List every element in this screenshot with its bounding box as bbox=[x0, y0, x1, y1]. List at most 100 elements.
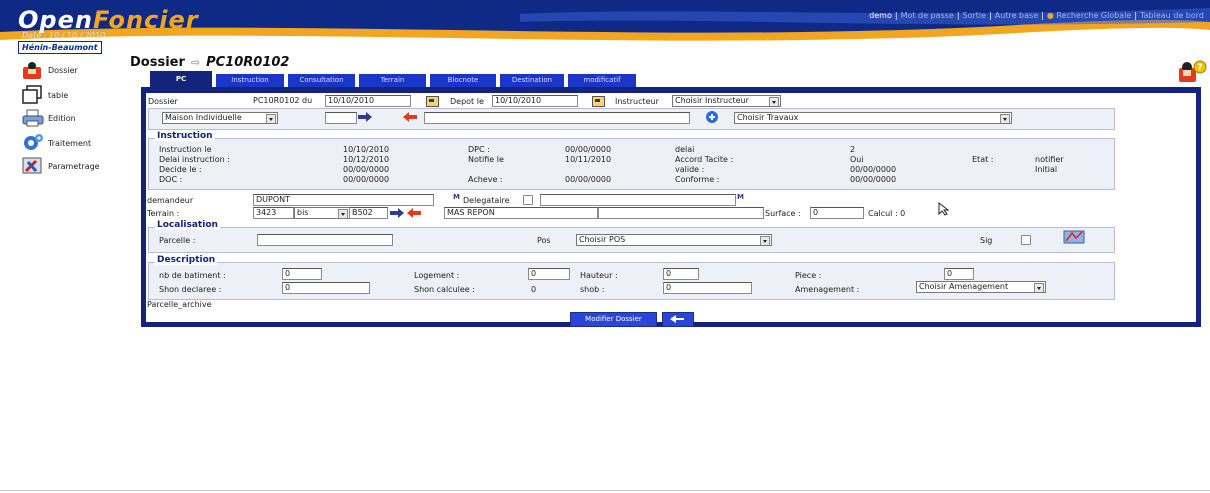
dossier-ref: PC10R0102 du bbox=[253, 96, 313, 105]
parcelle-label: Parcelle : bbox=[159, 236, 196, 245]
delegataire-label: Delegataire bbox=[463, 196, 510, 205]
link-sortie[interactable]: Sortie bbox=[963, 11, 987, 20]
link-tableau-de-bord[interactable]: Tableau de bord bbox=[1140, 11, 1204, 20]
add-icon[interactable] bbox=[706, 111, 718, 123]
arrow-left-icon[interactable] bbox=[403, 112, 417, 122]
modifier-dossier-button[interactable]: Modifier Dossier bbox=[570, 312, 657, 327]
conforme-value: 00/00/0000 bbox=[850, 175, 897, 184]
tab-destination[interactable]: Destination bbox=[500, 74, 564, 87]
tab-pc[interactable]: PC bbox=[150, 71, 212, 87]
m-icon[interactable]: M bbox=[453, 193, 460, 201]
delegataire-field[interactable] bbox=[540, 194, 736, 206]
shob-field[interactable]: 0 bbox=[663, 282, 752, 294]
terrain-complement-field[interactable] bbox=[598, 207, 764, 219]
svg-text:?: ? bbox=[1197, 63, 1202, 73]
arrow-right-icon: ⇨ bbox=[190, 56, 201, 69]
accord-tacite-label: Accord Tacite : bbox=[675, 155, 734, 164]
shon-declaree-field[interactable]: 0 bbox=[282, 282, 370, 294]
instruction-le-value: 10/10/2010 bbox=[343, 145, 390, 154]
conforme-label: Conforme : bbox=[675, 175, 720, 184]
arrow-right-icon[interactable] bbox=[390, 208, 404, 218]
back-arrow-icon bbox=[670, 315, 684, 323]
calendar-icon[interactable] bbox=[426, 96, 439, 107]
map-icon[interactable] bbox=[1063, 230, 1085, 244]
pos-select[interactable]: Choisir POS bbox=[576, 234, 772, 246]
hauteur-field[interactable]: 0 bbox=[663, 268, 699, 280]
dossier-label: Dossier bbox=[148, 97, 178, 106]
surface-label: Surface : bbox=[765, 209, 801, 218]
nb-batiment-field[interactable]: 0 bbox=[282, 268, 322, 280]
shon-calculee-label: Shon calculee : bbox=[414, 285, 475, 294]
demandeur-label: demandeur bbox=[147, 196, 194, 205]
top-menu: demo | Mot de passe | Sortie | Autre base | ● Re… bbox=[869, 11, 1204, 20]
nature-libelle-field[interactable] bbox=[424, 112, 690, 124]
surface-field[interactable]: 0 bbox=[810, 207, 864, 219]
back-button[interactable] bbox=[662, 312, 694, 327]
parcelle-field[interactable] bbox=[257, 234, 393, 246]
folder-person-icon bbox=[23, 62, 41, 79]
tab-modificatif[interactable]: modificatif bbox=[568, 74, 636, 87]
piece-label: Piece : bbox=[795, 271, 822, 280]
tab-blocnote[interactable]: Blocnote bbox=[430, 74, 496, 87]
acheve-value: 00/00/0000 bbox=[565, 175, 612, 184]
notifie-le-value: 10/11/2010 bbox=[565, 155, 612, 164]
terrain-voie-code-field[interactable]: B502 bbox=[349, 207, 388, 219]
delai-instruction-label: Delai instruction : bbox=[159, 155, 230, 164]
localisation-legend: Localisation bbox=[155, 220, 220, 230]
printer-icon bbox=[22, 109, 44, 127]
page-title: Dossier ⇨ PC10R0102 bbox=[130, 55, 290, 70]
cursor-arrow-icon bbox=[938, 202, 950, 216]
sig-checkbox[interactable] bbox=[1021, 235, 1031, 245]
terrain-bis-select[interactable]: bis bbox=[294, 207, 350, 219]
dossier-date-field[interactable]: 10/10/2010 bbox=[325, 95, 411, 107]
app-logo: OpenFoncier bbox=[18, 6, 199, 34]
depot-date-field[interactable]: 10/10/2010 bbox=[492, 95, 578, 107]
terrain-voie-name-field[interactable]: MAS REPON bbox=[444, 207, 598, 219]
gears-icon bbox=[24, 134, 43, 150]
arrow-left-icon[interactable] bbox=[407, 208, 421, 218]
arrow-right-icon[interactable] bbox=[358, 112, 372, 122]
accord-tacite-value: Oui bbox=[850, 155, 864, 164]
calendar-icon[interactable] bbox=[592, 96, 605, 107]
decide-le-label: Decide le : bbox=[159, 165, 202, 174]
notifie-le-label: Notifie le bbox=[468, 155, 504, 164]
nb-batiment-label: nb de batiment : bbox=[159, 271, 226, 280]
sig-label: Sig bbox=[980, 236, 993, 245]
travaux-select[interactable]: Choisir Travaux bbox=[734, 112, 1012, 124]
delegataire-checkbox[interactable] bbox=[523, 195, 533, 205]
tab-terrain[interactable]: Terrain bbox=[359, 74, 426, 87]
piece-field[interactable]: 0 bbox=[944, 268, 974, 280]
logement-label: Logement : bbox=[414, 271, 460, 280]
nature-select[interactable]: Maison Individuelle bbox=[162, 112, 278, 124]
m-icon[interactable]: M bbox=[737, 193, 744, 201]
terrain-numero-field[interactable]: 3423 bbox=[253, 207, 294, 219]
chevron-down-icon bbox=[760, 236, 770, 245]
pos-label: Pos bbox=[537, 236, 551, 245]
amenagement-select[interactable]: Choisir Amenagement bbox=[916, 281, 1046, 293]
link-recherche-globale[interactable]: Recherche Globale bbox=[1056, 11, 1131, 20]
doc-label: DOC : bbox=[159, 175, 183, 184]
tab-instruction[interactable]: Instruction bbox=[216, 74, 284, 87]
calcul-label: Calcul : 0 bbox=[868, 209, 906, 218]
etat-label: Etat : bbox=[972, 155, 994, 164]
shon-calculee-value: 0 bbox=[531, 285, 537, 294]
user-name: demo bbox=[869, 11, 892, 20]
current-date: Date : 10 / 10 / 2010 bbox=[22, 31, 106, 40]
tab-consultation[interactable]: Consultation bbox=[288, 74, 355, 87]
chevron-down-icon bbox=[1000, 114, 1010, 123]
help-icon[interactable]: ? bbox=[1177, 58, 1207, 86]
link-mot-de-passe[interactable]: Mot de passe bbox=[901, 11, 954, 20]
parcelle-archive-label: Parcelle_archive bbox=[147, 300, 212, 309]
logement-field[interactable]: 0 bbox=[528, 268, 570, 280]
bottom-divider bbox=[0, 490, 1210, 491]
tools-icon bbox=[22, 157, 42, 174]
decide-le-value: 00/00/0000 bbox=[343, 165, 390, 174]
link-autre-base[interactable]: Autre base bbox=[995, 11, 1038, 20]
nature-code-field[interactable] bbox=[325, 112, 357, 124]
delai-value: 2 bbox=[850, 145, 856, 154]
chevron-down-icon bbox=[266, 114, 276, 123]
demandeur-field[interactable]: DUPONT bbox=[253, 194, 434, 206]
shob-label: shob : bbox=[580, 285, 605, 294]
instruction-le-label: Instruction le bbox=[159, 145, 212, 154]
instructeur-select[interactable]: Choisir Instructeur bbox=[672, 95, 781, 107]
